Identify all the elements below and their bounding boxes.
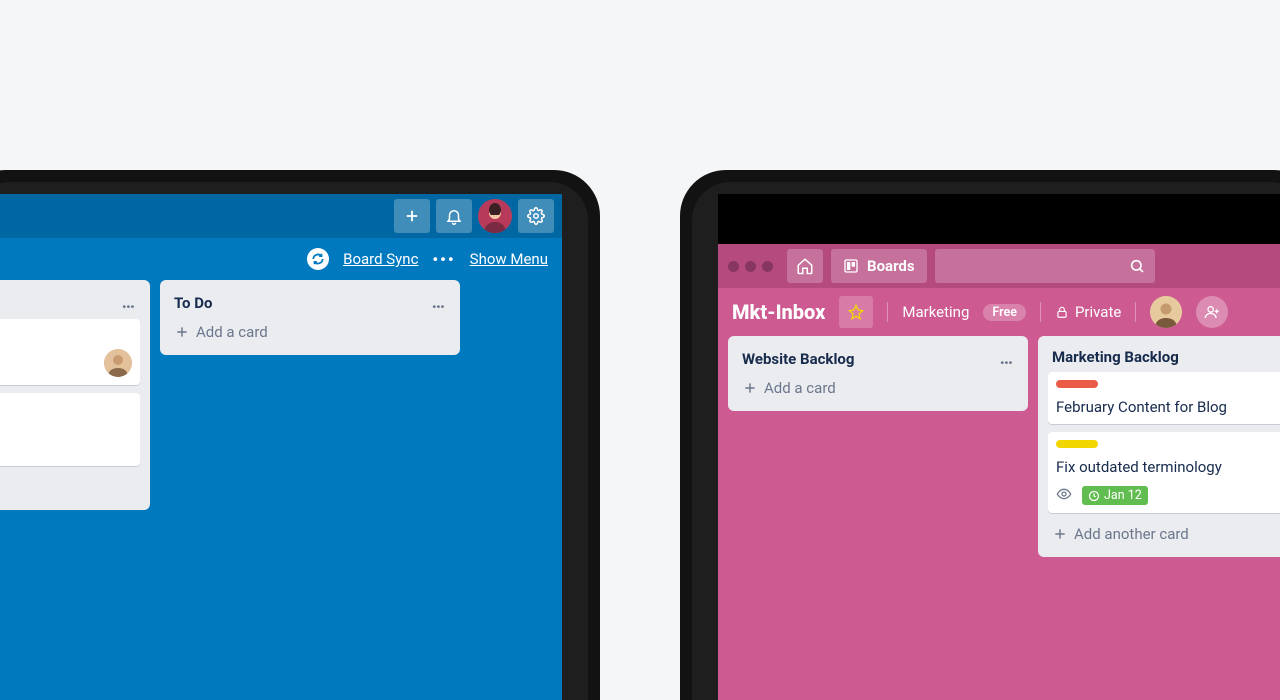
invite-button[interactable] xyxy=(1196,296,1228,328)
app-top-bar: Boards xyxy=(718,244,1280,288)
due-date-badge: Jan 12 xyxy=(1082,486,1148,505)
card-label-orange xyxy=(1056,380,1098,388)
board-second-bar: Board Sync ••• Show Menu xyxy=(0,238,562,280)
list-menu-button[interactable]: … xyxy=(432,292,446,313)
notifications-button[interactable] xyxy=(436,199,472,233)
card[interactable]: Fix outdated terminology Jan 12 xyxy=(1048,432,1280,513)
lists-row: … ted terminology an 12 xyxy=(0,280,562,700)
more-icon[interactable]: ••• xyxy=(432,250,455,269)
board-blue: Board Sync ••• Show Menu … ted terminolo… xyxy=(0,194,562,700)
card-label-yellow xyxy=(1056,440,1098,448)
list-website-backlog: Website Backlog … Add a card xyxy=(728,336,1028,411)
list-to-do: To Do … Add a card xyxy=(160,280,460,355)
board-pink: Boards Mkt-Inbox Marketing Free Private xyxy=(718,194,1280,700)
list-marketing-backlog: Marketing Backlog February Content for B… xyxy=(1038,336,1280,557)
board-member-avatar[interactable] xyxy=(1150,296,1182,328)
card-title: February Content for Blog xyxy=(1056,398,1280,416)
add-another-card-button[interactable]: other card xyxy=(0,474,140,500)
app-top-bar xyxy=(0,194,562,238)
home-button[interactable] xyxy=(787,249,823,283)
plan-chip: Free xyxy=(983,304,1026,321)
card-member-avatar[interactable] xyxy=(104,349,132,377)
card[interactable]: filters 2 xyxy=(0,393,140,466)
card-title: Fix outdated terminology xyxy=(1056,458,1280,476)
lists-row: Website Backlog … Add a card Marketing B… xyxy=(718,336,1280,700)
card-title: filters xyxy=(0,419,132,437)
list-menu-button[interactable]: … xyxy=(122,292,136,313)
boards-button[interactable]: Boards xyxy=(831,249,927,283)
sync-icon xyxy=(307,248,329,270)
list-partial-left: … ted terminology an 12 xyxy=(0,280,150,510)
settings-button[interactable] xyxy=(518,199,554,233)
lock-icon xyxy=(1055,305,1069,319)
list-menu-button[interactable]: … xyxy=(1000,348,1014,369)
add-card-button[interactable]: Add a card xyxy=(738,375,1018,401)
user-avatar[interactable] xyxy=(478,199,512,233)
watching-icon xyxy=(1056,486,1072,502)
laptop-left: Board Sync ••• Show Menu … ted terminolo… xyxy=(0,170,600,700)
laptop-right: Boards Mkt-Inbox Marketing Free Private xyxy=(680,170,1280,700)
card[interactable]: ted terminology an 12 xyxy=(0,319,140,385)
search-field[interactable] xyxy=(935,249,1155,283)
board-title[interactable]: Mkt-Inbox xyxy=(732,300,825,324)
board-sync-link[interactable]: Board Sync xyxy=(343,250,418,268)
star-button[interactable] xyxy=(839,296,873,328)
board-second-bar: Mkt-Inbox Marketing Free Private xyxy=(718,288,1280,336)
list-title[interactable]: Marketing Backlog xyxy=(1052,348,1179,366)
add-another-card-button[interactable]: Add another card xyxy=(1048,521,1280,547)
show-menu-link[interactable]: Show Menu xyxy=(470,250,548,268)
window-traffic-lights xyxy=(728,261,773,272)
list-title[interactable]: To Do xyxy=(174,294,212,312)
privacy-button[interactable]: Private xyxy=(1055,303,1121,321)
team-name[interactable]: Marketing xyxy=(902,303,969,321)
list-title[interactable]: Website Backlog xyxy=(742,350,854,368)
create-button[interactable] xyxy=(394,199,430,233)
card[interactable]: February Content for Blog xyxy=(1048,372,1280,424)
add-card-button[interactable]: Add a card xyxy=(170,319,450,345)
search-icon xyxy=(1129,258,1145,274)
